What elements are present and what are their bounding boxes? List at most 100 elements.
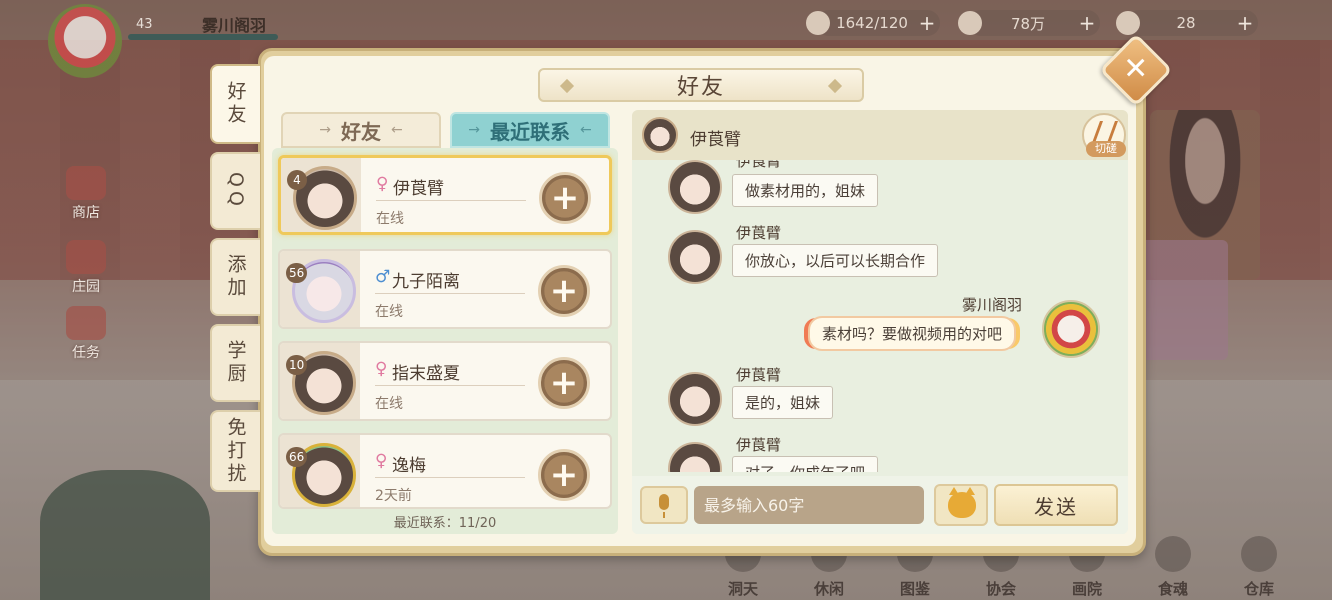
friend-item[interactable]: 10 ♀ 指末盛夏 在线 + [278,341,612,421]
nav-label: 洞天 [727,580,758,598]
my-avatar [1042,300,1100,358]
ornament-icon [559,78,575,94]
cat-emoji-icon [948,487,976,518]
side-menu-label: 庄园 [72,279,100,295]
message-bubble: 你放心，以后可以长期合作 [732,244,939,277]
chat-partner-avatar[interactable] [642,117,678,153]
plus-icon[interactable]: + [914,11,940,35]
gem-counter[interactable]: 28 + [1116,10,1258,36]
spar-button[interactable]: 切磋 [1082,113,1126,157]
voice-button[interactable] [640,486,688,524]
message-bubble: 对了，你成年了吧 [732,456,879,472]
add-friend-button[interactable]: + [538,357,590,409]
message-list[interactable]: 伊莨臂 做素材用的，姐妹 伊莨臂 你放心，以后可以长期合作 雾川阁羽 素材吗？要… [632,160,1128,472]
nav-label: 协会 [985,580,1016,598]
stamina-icon [806,11,830,35]
chat-text-input[interactable] [694,486,924,524]
tab-label: 免打扰 [224,416,247,486]
subtab-friends[interactable]: → 好友 ← [281,112,441,148]
gem-icon [1116,11,1140,35]
divider [375,385,525,386]
plus-icon[interactable]: + [1074,11,1100,35]
female-icon: ♀ [376,174,389,194]
friend-status: 在线 [375,304,403,320]
plus-icon: + [549,363,579,403]
arrow-right-icon: → [319,122,331,138]
friend-item[interactable]: 4 ♀ 伊莨臂 在线 + [278,155,612,235]
nav-warehouse[interactable]: 仓库 [1216,534,1302,600]
tab-label: QQ [225,172,247,210]
add-friend-button[interactable]: + [538,449,590,501]
add-friend-button[interactable]: + [538,265,590,317]
stamina-value: 1642/120 [836,14,908,32]
arrow-left-icon: ← [391,122,403,138]
emoji-button[interactable] [934,484,988,526]
arrow-left-icon: ← [580,122,592,138]
manor-icon [66,240,106,274]
friend-name: 九子陌离 [392,272,460,292]
female-icon: ♀ [375,451,388,471]
plus-icon[interactable]: + [1232,11,1258,35]
food-soul-icon [1155,536,1191,572]
nav-label: 图鉴 [899,580,930,598]
chat-message-own: 雾川阁羽 素材吗？要做视频用的对吧 [632,294,1128,364]
tab-label: 学厨 [224,340,247,386]
ornament-icon [827,78,843,94]
nav-label: 休闲 [813,580,844,598]
chat-header: 伊莨臂 切磋 [632,110,1128,160]
send-button[interactable]: 发送 [994,484,1118,526]
chat-partner-name: 伊莨臂 [690,130,741,150]
friend-status: 在线 [376,211,404,227]
gem-value: 28 [1176,14,1196,32]
plus-icon: + [550,178,580,218]
task-icon [66,306,106,340]
friend-item[interactable]: 66 ♀ 逸梅 2天前 + [278,433,612,509]
message-bubble: 素材吗？要做视频用的对吧 [808,316,1017,351]
tab-label: 添加 [224,254,247,300]
divider [376,200,526,201]
plus-icon: + [549,271,579,311]
message-avatar [668,230,722,284]
side-menu-manor[interactable]: 庄园 [62,240,110,296]
message-sender: 伊莨臂 [736,160,782,170]
tab-label: 好友 [224,81,247,127]
tab-cooking[interactable]: 学厨 [210,324,260,402]
friend-name: 逸梅 [392,456,426,476]
nav-label: 食魂 [1157,580,1188,598]
chat-message: 伊莨臂 你放心，以后可以长期合作 [632,222,1128,292]
friend-level-badge: 4 [287,170,307,190]
side-menu-shop[interactable]: 商店 [62,166,110,222]
message-sender: 伊莨臂 [736,436,782,454]
player-avatar[interactable] [48,4,122,78]
side-menu-task[interactable]: 任务 [62,306,110,362]
chat-message: 伊莨臂 对了，你成年了吧 [632,434,1128,472]
tab-do-not-disturb[interactable]: 免打扰 [210,410,260,492]
warehouse-icon [1241,536,1277,572]
add-friend-button[interactable]: + [539,172,591,224]
nav-label: 画院 [1071,580,1102,598]
message-sender: 伊莨臂 [736,366,782,384]
friend-level-badge: 10 [286,355,308,375]
friend-name: 伊莨臂 [393,179,444,199]
subtab-recent[interactable]: → 最近联系 ← [450,112,610,148]
side-menu-label: 任务 [72,345,100,361]
chat-message: 伊莨臂 是的，姐妹 [632,364,1128,434]
tab-friends[interactable]: 好友 [210,64,260,144]
subtab-label: 好友 [341,119,381,144]
message-avatar [668,372,722,426]
message-avatar [668,442,722,472]
nav-label: 仓库 [1243,580,1274,598]
male-icon: ♂ [375,267,391,287]
stamina-counter[interactable]: 1642/120 + [806,10,940,36]
tab-qq[interactable]: QQ [210,152,260,230]
message-bubble: 做素材用的，姐妹 [732,174,879,207]
exp-bar [128,34,278,40]
friend-item[interactable]: 56 ♂ 九子陌离 在线 + [278,249,612,329]
tab-add[interactable]: 添加 [210,238,260,316]
coin-counter[interactable]: 78万 + [958,10,1100,36]
message-sender: 伊莨臂 [736,224,782,242]
friend-level-badge: 66 [286,447,308,467]
knife-icon [1091,121,1119,143]
side-menu-label: 商店 [72,205,100,221]
friend-name: 指末盛夏 [392,364,460,384]
